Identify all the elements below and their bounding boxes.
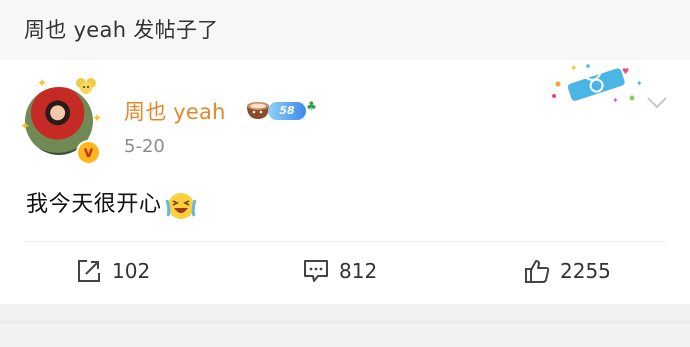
- comment-count: 812: [339, 259, 378, 283]
- divider: [24, 241, 666, 242]
- laughing-emoji: [165, 193, 197, 219]
- star-icon: ✦: [92, 111, 103, 125]
- bear-ear-ornament-icon: [76, 78, 96, 94]
- verified-v-icon: v: [76, 140, 101, 165]
- comment-icon: [304, 260, 328, 282]
- post-date: 5-20: [124, 136, 165, 157]
- leaf-icon: ♣: [306, 99, 317, 113]
- svg-text:♥: ♥: [622, 67, 629, 76]
- repost-button[interactable]: 102: [76, 256, 150, 286]
- post-text: 我今天很开心: [26, 192, 162, 217]
- author-name[interactable]: 周也 yeah: [124, 96, 226, 126]
- avatar[interactable]: ✦ ✦ ✦ v: [20, 74, 110, 165]
- footer-spacer: [0, 304, 690, 347]
- svg-text:✦: ✦: [636, 79, 642, 88]
- svg-text:✦: ✦: [612, 96, 619, 104]
- like-count: 2255: [560, 259, 611, 283]
- comment-button[interactable]: 812: [303, 256, 377, 286]
- level-badge: 58: [268, 102, 306, 120]
- repost-count: 102: [112, 259, 151, 283]
- chevron-down-icon[interactable]: [646, 96, 668, 110]
- like-button[interactable]: 2255: [524, 256, 611, 286]
- page-title: 周也 yeah 发帖子了: [24, 18, 219, 42]
- post-content: 我今天很开心: [26, 186, 198, 222]
- taurus-sign-decoration: ✦ ♥ ✦ ✦: [552, 64, 642, 104]
- star-icon: ✦: [37, 76, 48, 90]
- level-text: 58: [279, 104, 295, 117]
- footer-divider: [0, 320, 690, 324]
- star-icon: ✦: [20, 119, 31, 133]
- svg-text:✦: ✦: [570, 64, 578, 74]
- page-header: 周也 yeah 发帖子了: [0, 0, 690, 60]
- repost-icon: [78, 260, 100, 282]
- post-card: ✦ ✦ ✦ v 周也 yeah 58 ♣ 5-20 ✦ ♥ ✦ ✦ 我今天很开心…: [0, 60, 690, 304]
- like-thumb-icon: [525, 260, 550, 283]
